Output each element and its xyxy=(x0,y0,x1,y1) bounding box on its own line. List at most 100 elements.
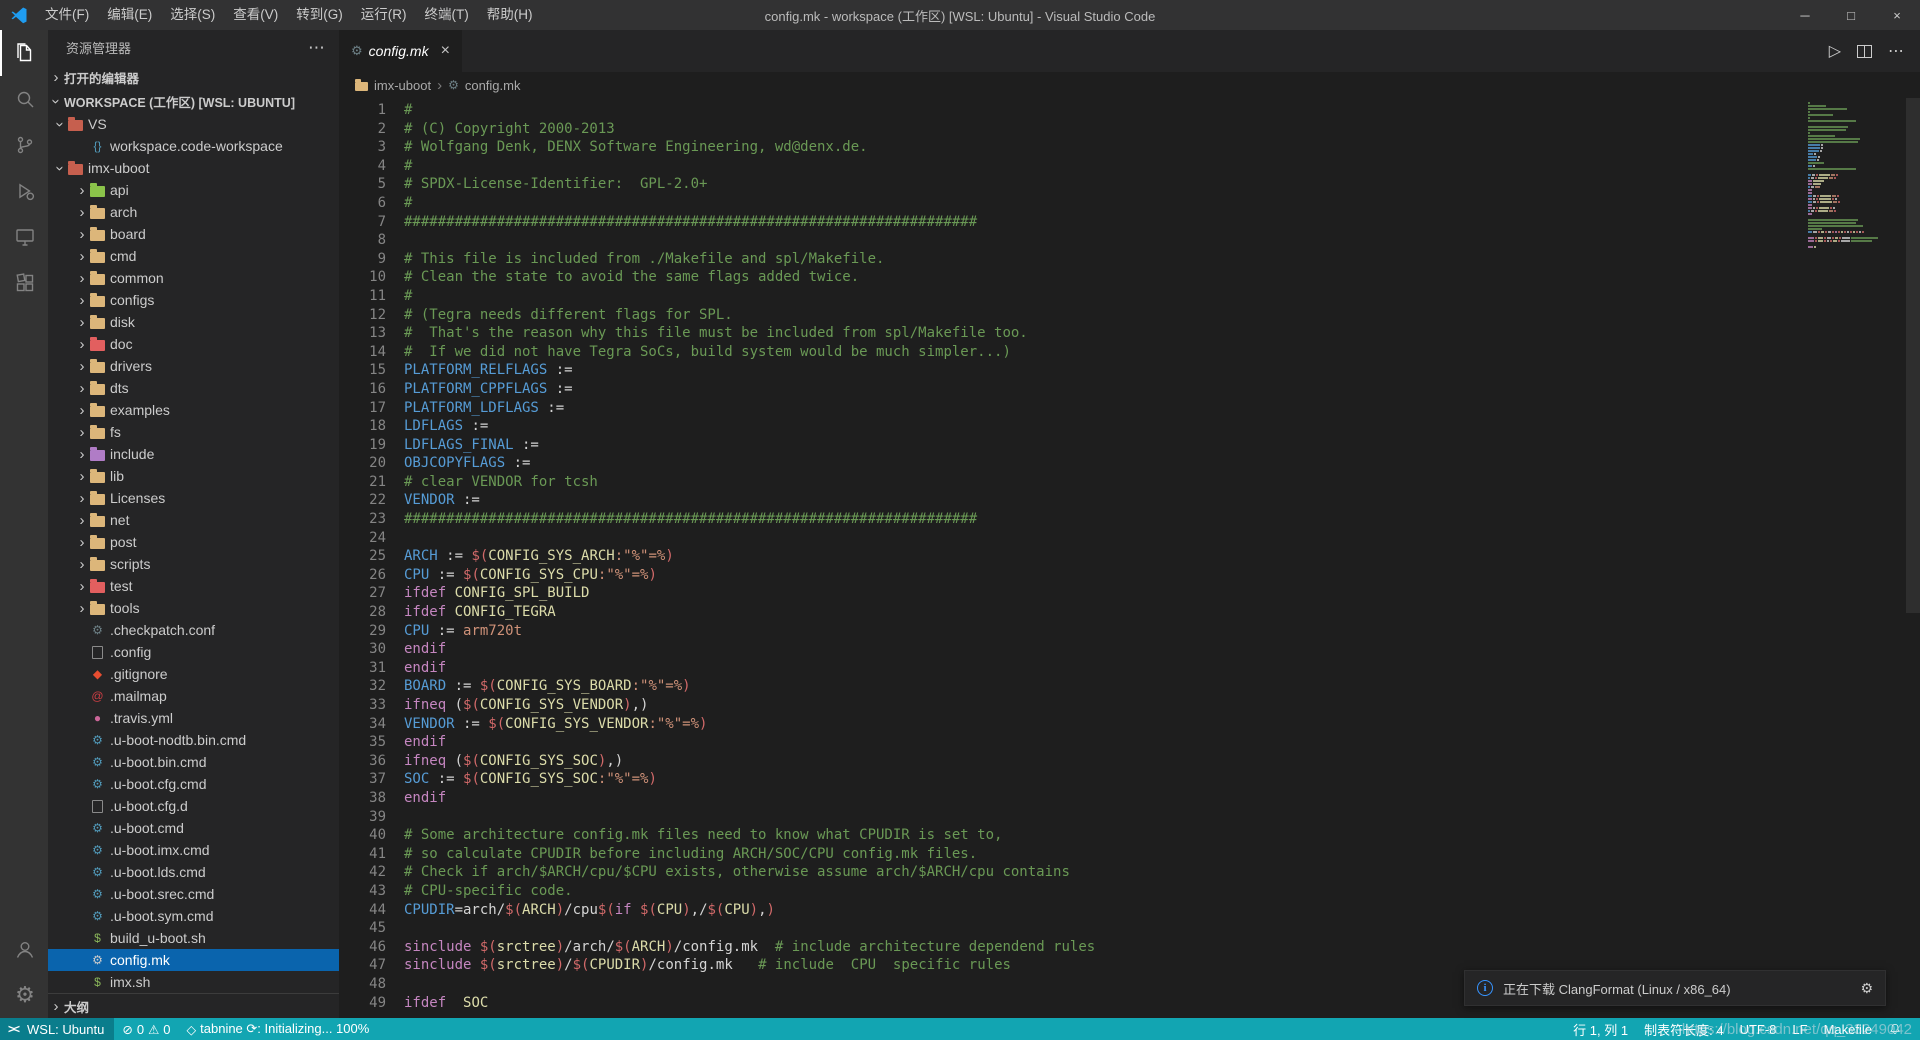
open-editors-section[interactable]: › 打开的编辑器 xyxy=(48,65,339,89)
code-line-46[interactable]: 46 sinclude $(srctree)/arch/$(ARCH)/confi… xyxy=(339,938,1804,957)
tree-item-drivers[interactable]: › drivers xyxy=(48,355,339,377)
menu-item-6[interactable]: 终端(T) xyxy=(416,0,478,30)
code-line-41[interactable]: 41 # so calculate CPUDIR before including… xyxy=(339,845,1804,864)
scrollbar-thumb[interactable] xyxy=(1906,98,1920,614)
tree-item-imx.sh[interactable]: $ imx.sh xyxy=(48,971,339,993)
tree-item-test[interactable]: › test xyxy=(48,575,339,597)
explorer-icon[interactable] xyxy=(0,30,48,76)
remote-explorer-icon[interactable] xyxy=(0,214,48,260)
tree-item-.u-boot.srec.cmd[interactable]: ⚙ .u-boot.srec.cmd xyxy=(48,883,339,905)
code-line-14[interactable]: 14 # If we did not have Tegra SoCs, build… xyxy=(339,343,1804,362)
extensions-icon[interactable] xyxy=(0,260,48,306)
code-line-28[interactable]: 28 ifdef CONFIG_TEGRA xyxy=(339,603,1804,622)
code-line-26[interactable]: 26 CPU := $(CONFIG_SYS_CPU:"%"=%) xyxy=(339,566,1804,585)
tree-item-lib[interactable]: › lib xyxy=(48,465,339,487)
menu-item-5[interactable]: 运行(R) xyxy=(352,0,416,30)
code-line-36[interactable]: 36 ifneq ($(CONFIG_SYS_SOC),) xyxy=(339,752,1804,771)
settings-gear-icon[interactable]: ⚙ xyxy=(0,972,48,1018)
code-line-18[interactable]: 18 LDFLAGS := xyxy=(339,417,1804,436)
code-line-3[interactable]: 3 # Wolfgang Denk, DENX Software Engineer… xyxy=(339,138,1804,157)
code-line-19[interactable]: 19 LDFLAGS_FINAL := xyxy=(339,436,1804,455)
tree-item-.u-boot.cfg.d[interactable]: .u-boot.cfg.d xyxy=(48,795,339,817)
notification-toast[interactable]: i 正在下载 ClangFormat (Linux / x86_64) ⚙ xyxy=(1464,970,1886,1006)
close-icon[interactable]: × xyxy=(441,42,450,60)
indentation[interactable]: 制表符长度: 4 xyxy=(1636,1020,1731,1039)
cursor-position[interactable]: 行 1, 列 1 xyxy=(1565,1020,1636,1039)
tree-item-tools[interactable]: › tools xyxy=(48,597,339,619)
menu-item-1[interactable]: 编辑(E) xyxy=(98,0,161,30)
breadcrumb-item-folder[interactable]: imx-uboot xyxy=(374,78,431,93)
split-editor-icon[interactable] xyxy=(1857,44,1872,58)
code-line-24[interactable]: 24 xyxy=(339,529,1804,548)
more-actions-icon[interactable]: ⋯ xyxy=(1888,41,1904,61)
code-line-21[interactable]: 21 # clear VENDOR for tcsh xyxy=(339,473,1804,492)
minimap[interactable] xyxy=(1808,101,1904,248)
code-line-29[interactable]: 29 CPU := arm720t xyxy=(339,622,1804,641)
code-line-30[interactable]: 30 endif xyxy=(339,640,1804,659)
maximize-button[interactable]: □ xyxy=(1828,0,1874,30)
tree-item-post[interactable]: › post xyxy=(48,531,339,553)
code-line-39[interactable]: 39 xyxy=(339,808,1804,827)
notifications-bell-icon[interactable] xyxy=(1880,1022,1910,1036)
tree-item-VS[interactable]: › VS xyxy=(48,113,339,135)
code-line-17[interactable]: 17 PLATFORM_LDFLAGS := xyxy=(339,399,1804,418)
menu-item-7[interactable]: 帮助(H) xyxy=(478,0,542,30)
tree-item-include[interactable]: › include xyxy=(48,443,339,465)
tree-item-workspace.code-workspace[interactable]: {} workspace.code-workspace xyxy=(48,135,339,157)
tree-item-.u-boot.lds.cmd[interactable]: ⚙ .u-boot.lds.cmd xyxy=(48,861,339,883)
code-line-12[interactable]: 12 # (Tegra needs different flags for SPL… xyxy=(339,306,1804,325)
menu-item-4[interactable]: 转到(G) xyxy=(287,0,352,30)
problems-indicator[interactable]: ⊘ 0 ⚠ 0 xyxy=(114,1022,178,1037)
search-icon[interactable] xyxy=(0,76,48,122)
code-line-6[interactable]: 6 # xyxy=(339,194,1804,213)
tree-item-config.mk[interactable]: ⚙ config.mk xyxy=(48,949,339,971)
tree-item-Licenses[interactable]: › Licenses xyxy=(48,487,339,509)
tree-item-.config[interactable]: .config xyxy=(48,641,339,663)
code-line-11[interactable]: 11 # xyxy=(339,287,1804,306)
tree-item-scripts[interactable]: › scripts xyxy=(48,553,339,575)
encoding[interactable]: UTF-8 xyxy=(1732,1022,1785,1037)
code-line-7[interactable]: 7 #######################################… xyxy=(339,213,1804,232)
tree-item-board[interactable]: › board xyxy=(48,223,339,245)
code-line-8[interactable]: 8 xyxy=(339,231,1804,250)
code-line-1[interactable]: 1 # xyxy=(339,101,1804,120)
language-mode[interactable]: Makefile xyxy=(1816,1022,1880,1037)
code-line-16[interactable]: 16 PLATFORM_CPPFLAGS := xyxy=(339,380,1804,399)
code-line-44[interactable]: 44 CPUDIR=arch/$(ARCH)/cpu$(if $(CPU),/$(… xyxy=(339,901,1804,920)
code-line-27[interactable]: 27 ifdef CONFIG_SPL_BUILD xyxy=(339,584,1804,603)
tree-item-.travis.yml[interactable]: ● .travis.yml xyxy=(48,707,339,729)
code-line-23[interactable]: 23 ######################################… xyxy=(339,510,1804,529)
tree-item-.checkpatch.conf[interactable]: ⚙ .checkpatch.conf xyxy=(48,619,339,641)
tree-item-common[interactable]: › common xyxy=(48,267,339,289)
tree-item-configs[interactable]: › configs xyxy=(48,289,339,311)
more-actions-icon[interactable]: ⋯ xyxy=(308,38,325,58)
tree-item-.u-boot.imx.cmd[interactable]: ⚙ .u-boot.imx.cmd xyxy=(48,839,339,861)
code-line-34[interactable]: 34 VENDOR := $(CONFIG_SYS_VENDOR:"%"=%) xyxy=(339,715,1804,734)
code-line-22[interactable]: 22 VENDOR := xyxy=(339,491,1804,510)
code-line-20[interactable]: 20 OBJCOPYFLAGS := xyxy=(339,454,1804,473)
code-line-33[interactable]: 33 ifneq ($(CONFIG_SYS_VENDOR),) xyxy=(339,696,1804,715)
code-line-37[interactable]: 37 SOC := $(CONFIG_SYS_SOC:"%"=%) xyxy=(339,770,1804,789)
tree-item-build_u-boot.sh[interactable]: $ build_u-boot.sh xyxy=(48,927,339,949)
minimize-button[interactable]: ─ xyxy=(1782,0,1828,30)
workspace-section[interactable]: › WORKSPACE (工作区) [WSL: UBUNTU] xyxy=(48,89,339,113)
tabnine-status[interactable]: ◇ tabnine ⟳: Initializing... 100% xyxy=(179,1021,378,1037)
tree-item-disk[interactable]: › disk xyxy=(48,311,339,333)
tree-item-.mailmap[interactable]: @ .mailmap xyxy=(48,685,339,707)
breadcrumb-item-file[interactable]: config.mk xyxy=(465,78,521,93)
tree-item-.u-boot.bin.cmd[interactable]: ⚙ .u-boot.bin.cmd xyxy=(48,751,339,773)
tab-config-mk[interactable]: ⚙ config.mk × xyxy=(339,30,462,72)
code-line-42[interactable]: 42 # Check if arch/$ARCH/cpu/$CPU exists,… xyxy=(339,863,1804,882)
tree-item-imx-uboot[interactable]: › imx-uboot xyxy=(48,157,339,179)
code-line-10[interactable]: 10 # Clean the state to avoid the same fl… xyxy=(339,268,1804,287)
code-line-9[interactable]: 9 # This file is included from ./Makefile… xyxy=(339,250,1804,269)
code-editor[interactable]: 1 #2 # (C) Copyright 2000-2013 3 # Wolfgang … xyxy=(339,98,1920,1018)
run-debug-icon[interactable] xyxy=(0,168,48,214)
tree-item-net[interactable]: › net xyxy=(48,509,339,531)
account-icon[interactable] xyxy=(0,926,48,972)
code-line-43[interactable]: 43 # CPU-specific code. xyxy=(339,882,1804,901)
tree-item-dts[interactable]: › dts xyxy=(48,377,339,399)
code-lines[interactable]: 1 #2 # (C) Copyright 2000-2013 3 # Wolfgang … xyxy=(339,98,1804,1018)
tree-item-.gitignore[interactable]: ◆ .gitignore xyxy=(48,663,339,685)
code-line-45[interactable]: 45 xyxy=(339,919,1804,938)
